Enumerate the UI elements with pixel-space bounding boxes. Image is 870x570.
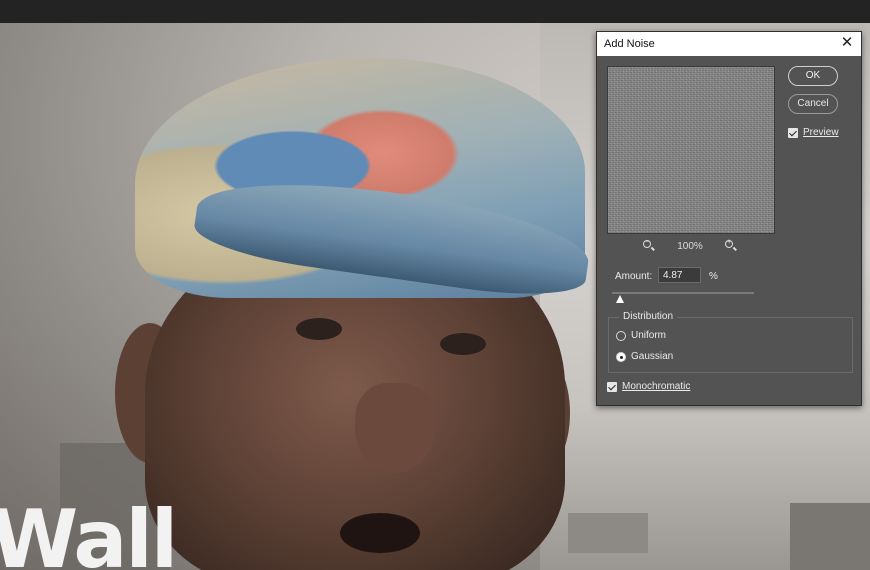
photo-overlay-text: Wall [0,493,178,570]
gaussian-radio[interactable] [616,352,626,362]
person-mouth [340,513,420,553]
monochromatic-checkbox[interactable] [607,382,617,392]
monochromatic-label[interactable]: Monochromatic [622,381,690,393]
preview-label[interactable]: Preview [803,127,839,139]
amount-slider-track[interactable] [612,292,754,294]
uniform-radio[interactable] [616,331,626,341]
dialog-title: Add Noise [604,38,655,50]
distribution-group [608,317,853,373]
zoom-out-icon[interactable]: − [643,238,655,252]
background-shelf [790,503,870,570]
ok-button[interactable]: OK [788,66,838,86]
cancel-button[interactable]: Cancel [788,94,838,114]
preview-checkbox[interactable] [788,128,798,138]
background-shelf [568,513,648,553]
amount-unit: % [709,271,718,282]
preview-zoom-controls: − 100% + [607,238,773,254]
distribution-group-label: Distribution [619,311,678,322]
person-eye-left [296,318,342,340]
person-eye-right [440,333,486,355]
app-top-bar [0,0,870,23]
amount-input[interactable]: 4.87 [658,267,701,283]
amount-slider-thumb[interactable] [616,295,624,303]
noise-preview-thumbnail[interactable] [607,66,775,234]
gaussian-label[interactable]: Gaussian [631,351,673,363]
amount-label: Amount: [615,271,653,282]
zoom-level: 100% [677,240,703,252]
close-icon[interactable]: ✕ [839,35,855,51]
add-noise-dialog: Add Noise ✕ − 100% + OK Cancel Preview A… [596,31,862,406]
uniform-label[interactable]: Uniform [631,330,666,342]
zoom-in-icon[interactable]: + [724,238,737,252]
dialog-titlebar[interactable]: Add Noise ✕ [597,32,861,56]
person-nose [355,383,435,473]
